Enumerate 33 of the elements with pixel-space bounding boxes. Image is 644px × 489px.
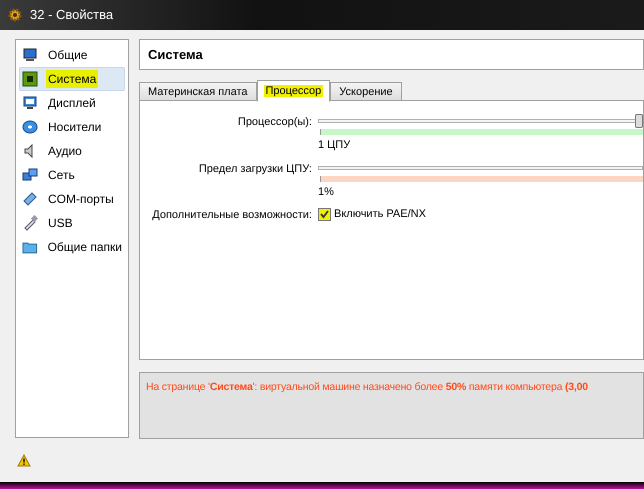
- warning-icon: [17, 454, 31, 467]
- tab[interactable]: Процессор: [256, 80, 330, 102]
- min-label: 1 ЦПУ: [318, 138, 350, 153]
- usb-plug-icon: [22, 215, 38, 231]
- sidebar-item[interactable]: Общие папки: [19, 235, 125, 259]
- sidebar-item[interactable]: Носители: [19, 115, 125, 139]
- sidebar-item[interactable]: USB: [19, 211, 125, 235]
- slider-thumb[interactable]: [635, 114, 643, 128]
- min-label: 1%: [318, 184, 334, 200]
- sidebar-item[interactable]: Сеть: [19, 163, 125, 187]
- checkbox[interactable]: [318, 208, 331, 221]
- window-title: 32 - Свойства: [30, 6, 114, 24]
- tab[interactable]: Ускорение: [330, 82, 402, 101]
- slider[interactable]: [318, 114, 643, 128]
- computer-icon: [22, 47, 38, 63]
- monitor-icon: [22, 95, 38, 111]
- network-icon: [22, 167, 38, 183]
- sidebar-item[interactable]: Система: [19, 67, 125, 91]
- setting-label: Предел загрузки ЦПУ:: [198, 162, 312, 174]
- connector-icon: [22, 191, 38, 207]
- page-title: Система: [148, 46, 203, 64]
- tab[interactable]: Материнская плата: [139, 82, 256, 101]
- gear-icon: [8, 8, 22, 22]
- chip-icon: [22, 71, 38, 87]
- disc-icon: [22, 119, 38, 135]
- sidebar-item[interactable]: Общие: [19, 43, 125, 67]
- setting-label: Процессор(ы):: [238, 116, 312, 128]
- sidebar-item[interactable]: COM-порты: [19, 187, 125, 211]
- setting-label: Дополнительные возможности:: [152, 209, 312, 221]
- checkbox-label: Включить PAE/NX: [334, 207, 426, 222]
- warning-message: На странице 'Система': виртуальной машине назначено более 50% памяти компьютера (3,00: [146, 381, 588, 393]
- sidebar-item[interactable]: Дисплей: [19, 91, 125, 115]
- sidebar-item[interactable]: Аудио: [19, 139, 125, 163]
